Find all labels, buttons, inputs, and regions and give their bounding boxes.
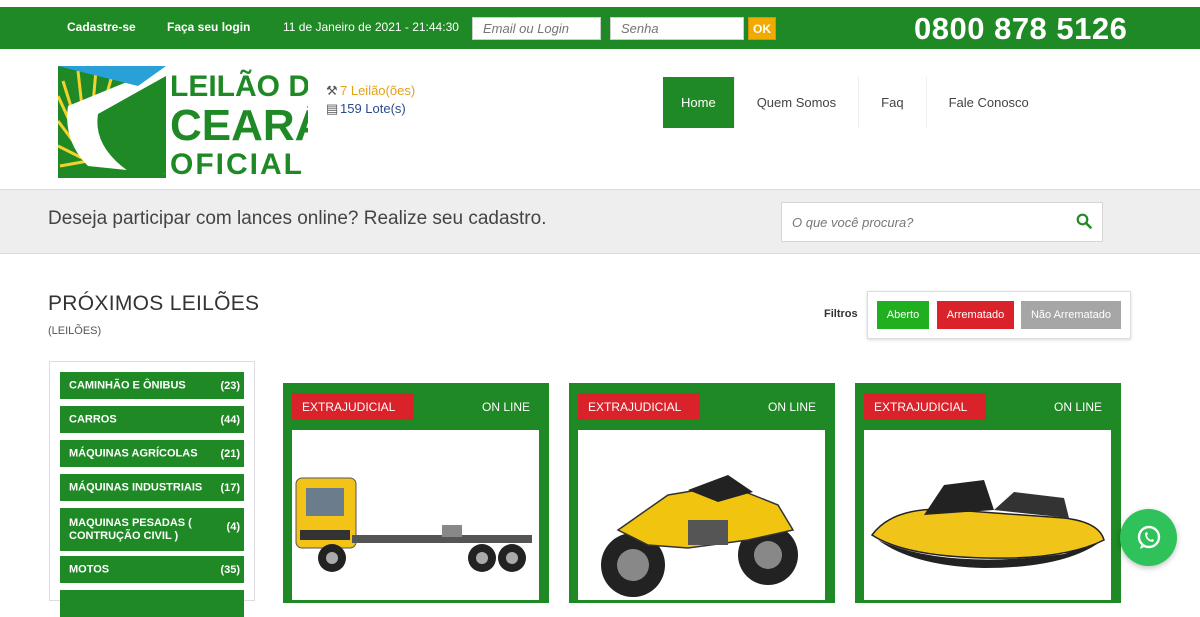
category-label: MAQUINAS PESADAS ( CONTRUÇÃO CIVIL ) (69, 516, 192, 542)
category-label: MÁQUINAS AGRÍCOLAS (69, 447, 198, 459)
logo-line-3: OFICIAL (170, 148, 304, 178)
bus-icon: ▤ (326, 101, 339, 116)
category-count: (4) (226, 521, 240, 533)
auction-type-badge: EXTRAJUDICIAL (292, 393, 414, 420)
site-logo[interactable]: LEILÃO DO CEARÁ OFICIAL (56, 66, 333, 181)
top-bar: Cadastre-se Faça seu login 11 de Janeiro… (0, 7, 1200, 49)
motorcycle-image[interactable] (578, 430, 825, 600)
search-input[interactable]: O que você procura? (792, 215, 913, 230)
category-more[interactable] (60, 590, 244, 617)
whatsapp-icon (1137, 525, 1160, 549)
login-link[interactable]: Faça seu login (167, 20, 250, 34)
auction-card[interactable]: EXTRAJUDICIAL ON LINE (283, 383, 549, 603)
category-industrial-machines[interactable]: MÁQUINAS INDUSTRIAIS (17) (60, 474, 244, 501)
page-title: PRÓXIMOS LEILÕES (48, 292, 260, 315)
auction-card[interactable]: EXTRAJUDICIAL ON LINE (569, 383, 835, 603)
truck-image[interactable] (292, 430, 539, 600)
category-agricultural-machines[interactable]: MÁQUINAS AGRÍCOLAS (21) (60, 440, 244, 467)
auction-type-badge: EXTRAJUDICIAL (864, 393, 986, 420)
search-box[interactable]: O que você procura? (781, 202, 1103, 242)
category-count: (44) (220, 413, 240, 426)
lots-count[interactable]: ▤ 159 Lote(s) (326, 100, 415, 118)
category-list: CAMINHÃO E ÔNIBUS (23) CARROS (44) MÁQUI… (49, 361, 255, 617)
page-subtitle: (LEILÕES) (48, 325, 102, 337)
category-cars[interactable]: CARROS (44) (60, 406, 244, 433)
login-ok-button[interactable]: OK (748, 17, 776, 40)
category-label: MÁQUINAS INDUSTRIAIS (69, 481, 203, 493)
category-motorcycles[interactable]: MOTOS (35) (60, 556, 244, 583)
gavel-icon: ⚒ (326, 83, 338, 98)
auction-status: ON LINE (481, 400, 530, 414)
auction-card[interactable]: EXTRAJUDICIAL ON LINE (855, 383, 1121, 603)
category-heavy-machines[interactable]: MAQUINAS PESADAS ( CONTRUÇÃO CIVIL ) (4) (60, 508, 244, 551)
password-input[interactable] (610, 17, 744, 40)
search-icon[interactable] (1076, 213, 1092, 229)
auction-status: ON LINE (1053, 400, 1102, 414)
auction-type-badge: EXTRAJUDICIAL (578, 393, 700, 420)
category-count: (23) (220, 379, 240, 392)
auction-status: ON LINE (767, 400, 816, 414)
nav-contact[interactable]: Fale Conosco (927, 77, 1051, 128)
filter-sold-button[interactable]: Arrematado (937, 301, 1014, 329)
category-count: (17) (220, 481, 240, 494)
nav-home[interactable]: Home (663, 77, 735, 128)
signup-link[interactable]: Cadastre-se (67, 20, 136, 34)
whatsapp-button[interactable] (1120, 509, 1177, 566)
filters-label: Filtros (824, 308, 858, 320)
category-label: CARROS (69, 413, 117, 425)
category-count: (35) (220, 563, 240, 576)
lots-count-label: 159 Lote(s) (340, 101, 406, 116)
main-nav: Home Quem Somos Faq Fale Conosco (663, 77, 1051, 128)
current-datetime: 11 de Janeiro de 2021 - 21:44:30 (283, 20, 459, 34)
auctions-count[interactable]: ⚒ 7 Leilão(ões) (326, 82, 415, 100)
banner-text: Deseja participar com lances online? Rea… (48, 208, 547, 229)
jet-ski-image[interactable] (864, 430, 1111, 600)
logo-line-1: LEILÃO DO (170, 69, 308, 103)
category-count: (21) (220, 447, 240, 460)
auctions-count-label: 7 Leilão(ões) (340, 83, 416, 98)
nav-faq[interactable]: Faq (859, 77, 927, 128)
filter-open-button[interactable]: Aberto (877, 301, 929, 329)
filters-panel: Aberto Arrematado Não Arrematado (867, 291, 1131, 339)
email-input[interactable] (472, 17, 601, 40)
category-label: MOTOS (69, 563, 110, 575)
category-label: CAMINHÃO E ÔNIBUS (69, 379, 186, 391)
signup-banner: Deseja participar com lances online? Rea… (0, 189, 1200, 254)
phone-number: 0800 878 5126 (914, 11, 1128, 46)
logo-line-2: CEARÁ (170, 100, 308, 150)
category-trucks-buses[interactable]: CAMINHÃO E ÔNIBUS (23) (60, 372, 244, 399)
nav-about[interactable]: Quem Somos (735, 77, 860, 128)
filter-unsold-button[interactable]: Não Arrematado (1021, 301, 1121, 329)
auction-stats: ⚒ 7 Leilão(ões) ▤ 159 Lote(s) (326, 82, 415, 118)
